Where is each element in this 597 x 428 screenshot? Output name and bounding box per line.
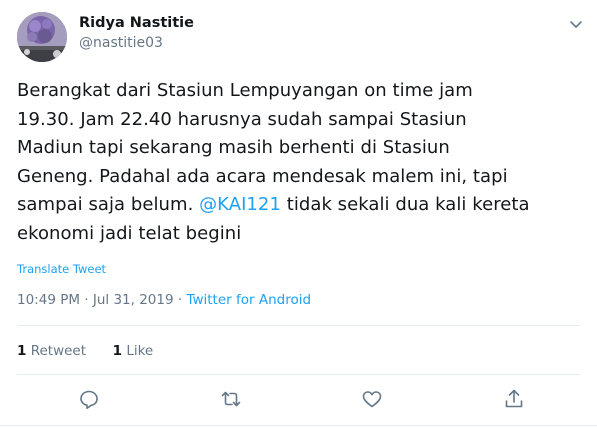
chevron-down-icon[interactable] [566, 14, 586, 34]
meta-separator: · [173, 292, 187, 308]
retweets-stat[interactable]: 1 Retweet [17, 343, 86, 359]
tweet-text: Berangkat dari Stasiun Lempuyangan on ti… [17, 77, 577, 248]
user-handle[interactable]: @nastitie03 [79, 35, 163, 51]
likes-stat[interactable]: 1 Like [113, 343, 154, 359]
divider [0, 425, 597, 426]
mention-link[interactable]: @KAI121 [199, 194, 281, 215]
retweets-label: Retweet [30, 343, 87, 359]
tweet-date[interactable]: Jul 31, 2019 [93, 292, 174, 308]
retweet-icon[interactable] [218, 386, 244, 412]
divider [17, 374, 580, 375]
avatar[interactable] [17, 12, 67, 62]
retweets-count: 1 [17, 343, 27, 359]
tweet-card: Ridya Nastitie @nastitie03 Berangkat dar… [0, 0, 597, 428]
reply-icon[interactable] [76, 386, 102, 412]
action-bar [0, 386, 597, 414]
likes-label: Like [126, 343, 154, 359]
likes-count: 1 [112, 343, 123, 359]
meta-separator: · [80, 292, 93, 308]
tweet-time[interactable]: 10:49 PM [17, 292, 80, 308]
translate-tweet-link[interactable]: Translate Tweet [17, 262, 106, 276]
like-icon[interactable] [359, 386, 385, 412]
display-name[interactable]: Ridya Nastitie [79, 15, 194, 31]
tweet-metadata: 10:49 PM · Jul 31, 2019 · Twitter for An… [17, 292, 311, 308]
tweet-stats: 1 Retweet 1 Like [17, 343, 153, 359]
divider [17, 325, 580, 326]
share-icon[interactable] [501, 386, 527, 412]
tweet-source-link[interactable]: Twitter for Android [186, 292, 311, 308]
